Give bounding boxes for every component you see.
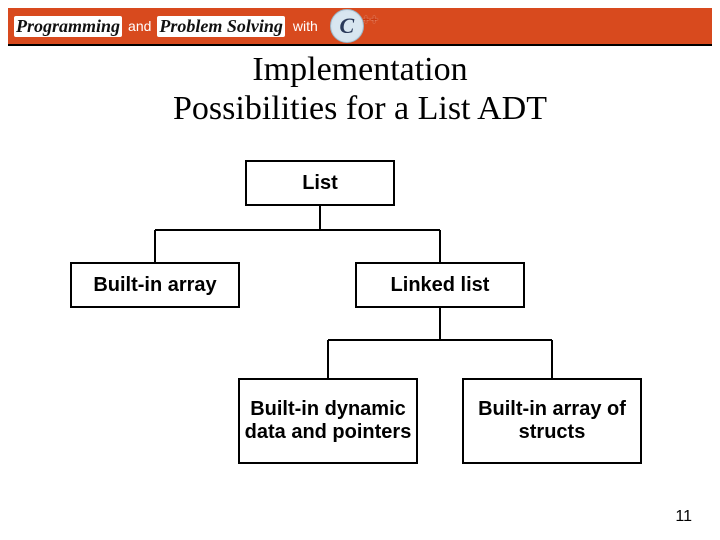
node-linked-list: Linked list bbox=[355, 262, 525, 308]
node-list-label: List bbox=[302, 172, 338, 195]
node-builtin-array-label: Built-in array bbox=[93, 274, 216, 297]
node-linked-list-label: Linked list bbox=[391, 274, 490, 297]
page-number: 11 bbox=[675, 508, 692, 526]
header-bar: Programming and Problem Solving with C +… bbox=[8, 8, 712, 44]
title-line-2: Possibilities for a List ADT bbox=[173, 90, 547, 127]
cpp-logo: C ++ bbox=[330, 9, 378, 43]
header-programming: Programming bbox=[14, 16, 122, 37]
c-circle-icon: C bbox=[330, 9, 364, 43]
title-line-1: Implementation bbox=[252, 51, 467, 88]
node-list: List bbox=[245, 160, 395, 206]
slide-title: Implementation Possibilities for a List … bbox=[0, 50, 720, 128]
node-builtin-array: Built-in array bbox=[70, 262, 240, 308]
node-dynamic: Built-in dynamic data and pointers bbox=[238, 378, 418, 464]
node-dynamic-label: Built-in dynamic data and pointers bbox=[244, 398, 412, 444]
header-and: and bbox=[128, 18, 151, 34]
node-array-of-structs-label: Built-in array of structs bbox=[468, 398, 636, 444]
header-problem-solving: Problem Solving bbox=[157, 16, 285, 37]
plus-plus: ++ bbox=[362, 11, 378, 27]
c-letter: C bbox=[339, 13, 354, 39]
node-array-of-structs: Built-in array of structs bbox=[462, 378, 642, 464]
header-underline bbox=[8, 44, 712, 46]
header-with: with bbox=[293, 18, 318, 34]
